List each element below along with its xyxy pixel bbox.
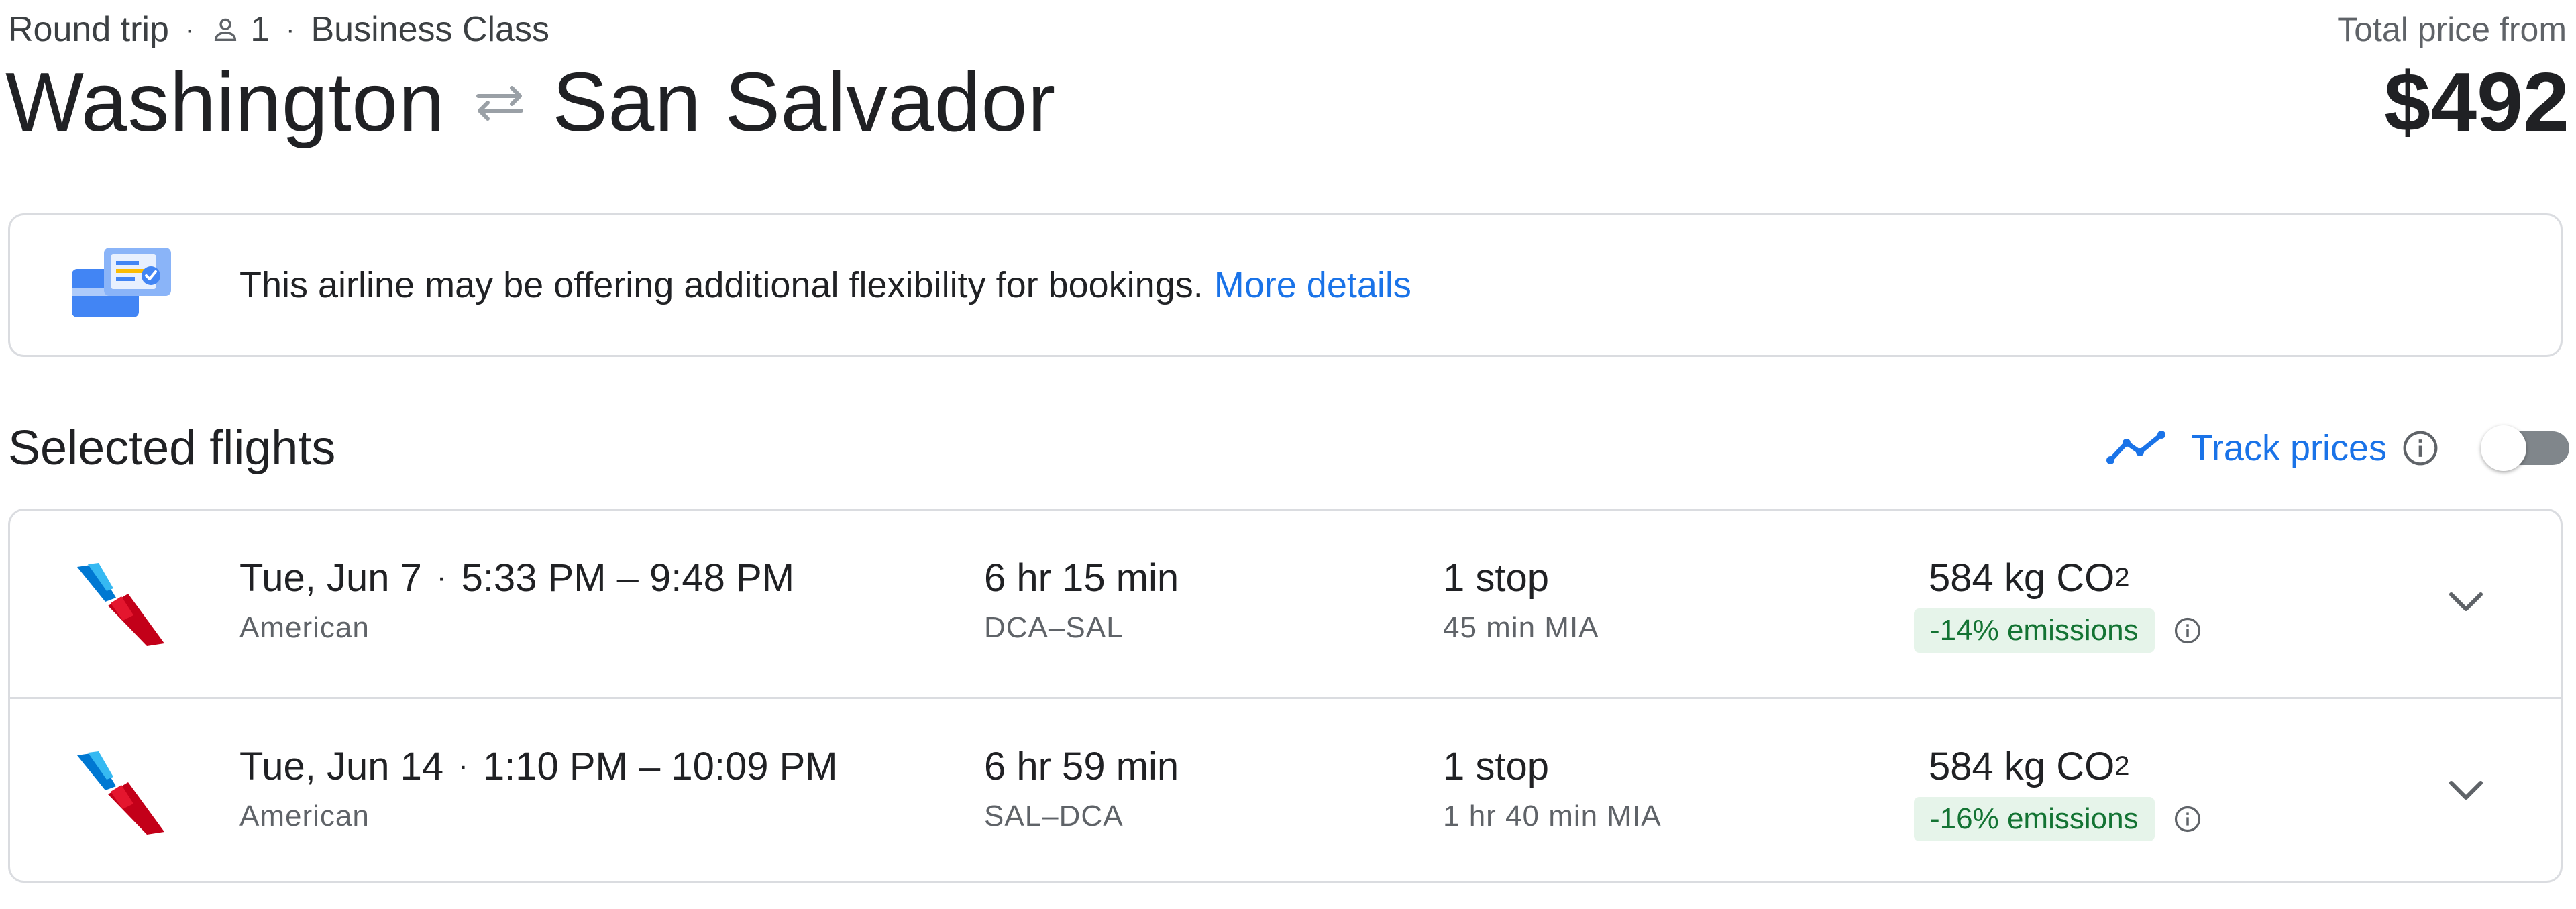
track-prices-label[interactable]: Track prices (2191, 427, 2387, 469)
meta-separator: · (184, 14, 195, 44)
co2-subscript: 2 (2114, 751, 2130, 781)
co2-subscript: 2 (2114, 562, 2130, 592)
co2-amount: 584 kg CO (1929, 555, 2115, 600)
ticket-flexibility-icon (72, 248, 172, 321)
passenger-count: 1 (250, 10, 270, 49)
meta-separator: · (286, 14, 295, 44)
duration-value: 6 hr 15 min (984, 555, 1179, 600)
layover-info: 45 min MIA (1443, 611, 1599, 644)
stops-count: 1 stop (1443, 555, 1549, 600)
co2-value: 584 kg CO 2 (1914, 739, 2202, 793)
flight-times: Tue, Jun 14 · 1:10 PM – 10:09 PM America… (239, 739, 838, 833)
trip-type: Round trip (8, 10, 169, 49)
flight-time-range: 5:33 PM – 9:48 PM (461, 555, 795, 600)
flight-emissions: 584 kg CO 2 -16% emissions (1914, 739, 2202, 841)
airline-name: American (239, 800, 370, 833)
flexibility-banner: This airline may be offering additional … (8, 213, 2563, 357)
swap-arrows-icon (473, 83, 527, 123)
date-separator: · (458, 749, 468, 782)
more-details-link[interactable]: More details (1214, 264, 1411, 306)
flight-row[interactable]: Tue, Jun 7 · 5:33 PM – 9:48 PM American … (10, 511, 2561, 697)
flight-stops: 1 stop 1 hr 40 min MIA (1443, 739, 1662, 833)
track-prices-toggle[interactable] (2481, 425, 2569, 471)
stops-count: 1 stop (1443, 744, 1549, 788)
date-separator: · (436, 561, 447, 594)
info-icon[interactable] (2174, 805, 2202, 833)
trend-line-icon (2106, 429, 2167, 467)
route-title: Washington San Salvador (5, 52, 1056, 153)
flight-route-codes: DCA–SAL (984, 611, 1124, 644)
airline-name: American (239, 611, 370, 644)
cabin-class: Business Class (311, 10, 549, 49)
emissions-badge: -14% emissions (1914, 608, 2155, 653)
chevron-down-icon[interactable] (2443, 578, 2489, 625)
destination-city: San Salvador (552, 56, 1056, 149)
co2-amount: 584 kg CO (1929, 744, 2115, 788)
american-airlines-logo (72, 555, 166, 649)
flight-duration: 6 hr 59 min SAL–DCA (984, 739, 1179, 833)
flight-time-range: 1:10 PM – 10:09 PM (482, 744, 838, 788)
info-icon[interactable] (2402, 429, 2439, 467)
trip-meta: Round trip · 1 · Business Class (8, 5, 549, 54)
flight-times: Tue, Jun 7 · 5:33 PM – 9:48 PM American (239, 551, 794, 645)
track-prices: Track prices (2106, 421, 2569, 475)
flight-emissions: 584 kg CO 2 -14% emissions (1914, 551, 2202, 653)
flight-row[interactable]: Tue, Jun 14 · 1:10 PM – 10:09 PM America… (10, 697, 2561, 881)
flight-duration: 6 hr 15 min DCA–SAL (984, 551, 1179, 645)
co2-value: 584 kg CO 2 (1914, 551, 2202, 604)
banner-message: This airline may be offering additional … (239, 215, 1411, 355)
chevron-down-icon[interactable] (2443, 766, 2489, 813)
total-price-value: $492 (2384, 56, 2569, 149)
flight-summary-page: Round trip · 1 · Business Class Washingt… (0, 0, 2576, 909)
selected-flights-list: Tue, Jun 7 · 5:33 PM – 9:48 PM American … (8, 509, 2563, 883)
flight-date: Tue, Jun 14 (239, 744, 444, 788)
total-price-label: Total price from (2337, 11, 2567, 48)
person-icon (210, 14, 241, 45)
flight-stops: 1 stop 45 min MIA (1443, 551, 1599, 645)
toggle-knob (2481, 425, 2526, 471)
origin-city: Washington (5, 56, 445, 149)
flight-route-codes: SAL–DCA (984, 800, 1124, 833)
flight-date: Tue, Jun 7 (239, 555, 422, 600)
emissions-badge: -16% emissions (1914, 797, 2155, 841)
info-icon[interactable] (2174, 617, 2202, 645)
selected-flights-heading: Selected flights (8, 421, 336, 475)
banner-text: This airline may be offering additional … (239, 265, 1203, 305)
layover-info: 1 hr 40 min MIA (1443, 800, 1662, 833)
duration-value: 6 hr 59 min (984, 744, 1179, 788)
american-airlines-logo (72, 743, 166, 837)
